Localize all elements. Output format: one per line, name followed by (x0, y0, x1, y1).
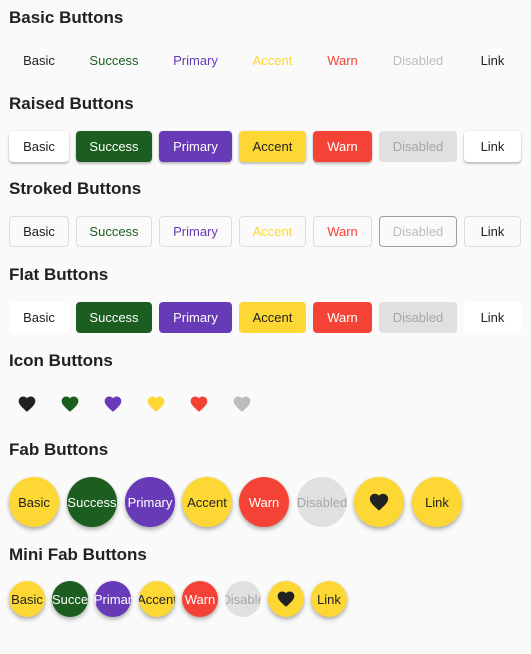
raised-primary-button[interactable]: Primary (159, 131, 232, 162)
mini-fab-success-button[interactable]: Succe (52, 581, 88, 617)
heart-icon (189, 394, 209, 414)
mini-fab-primary-button[interactable]: Primar (95, 581, 131, 617)
fab-icon-button[interactable] (354, 477, 404, 527)
fab-disabled-button: Disabled (297, 477, 347, 527)
fab-success-button[interactable]: Success (67, 477, 117, 527)
stroked-primary-button[interactable]: Primary (159, 216, 232, 247)
mini-fab-warn-button[interactable]: Warn (182, 581, 218, 617)
mini-fab-buttons-heading: Mini Fab Buttons (9, 545, 147, 564)
heart-icon (146, 394, 166, 414)
raised-link-button[interactable]: Link (464, 131, 521, 162)
flat-disabled-button: Disabled (379, 302, 457, 333)
icon-success-button[interactable] (52, 386, 88, 422)
stroked-buttons-heading: Stroked Buttons (9, 179, 142, 198)
fab-buttons-heading: Fab Buttons (9, 440, 109, 459)
icon-disabled-button (224, 386, 260, 422)
flat-basic-button[interactable]: Basic (9, 302, 69, 333)
basic-accent-button[interactable]: Accent (239, 42, 306, 78)
stroked-success-button[interactable]: Success (76, 216, 152, 247)
basic-warn-button[interactable]: Warn (313, 42, 372, 78)
raised-accent-button[interactable]: Accent (239, 131, 306, 162)
icon-buttons-heading: Icon Buttons (9, 351, 113, 370)
basic-success-button[interactable]: Success (76, 42, 152, 78)
raised-success-button[interactable]: Success (76, 131, 152, 162)
mini-fab-basic-button[interactable]: Basic (9, 581, 45, 617)
icon-primary-button[interactable] (95, 386, 131, 422)
flat-success-button[interactable]: Success (76, 302, 152, 333)
flat-accent-button[interactable]: Accent (239, 302, 306, 333)
raised-buttons-heading: Raised Buttons (9, 94, 134, 113)
fab-link-button[interactable]: Link (412, 477, 462, 527)
heart-icon (232, 394, 252, 414)
icon-accent-button[interactable] (138, 386, 174, 422)
raised-basic-button[interactable]: Basic (9, 131, 69, 162)
raised-disabled-button: Disabled (379, 131, 457, 162)
stroked-link-button[interactable]: Link (464, 216, 521, 247)
flat-buttons-heading: Flat Buttons (9, 265, 109, 284)
icon-basic-button[interactable] (9, 386, 45, 422)
fab-basic-button[interactable]: Basic (9, 477, 59, 527)
stroked-disabled-button: Disabled (379, 216, 457, 247)
stroked-warn-button[interactable]: Warn (313, 216, 372, 247)
fab-accent-button[interactable]: Accent (182, 477, 232, 527)
flat-primary-button[interactable]: Primary (159, 302, 232, 333)
basic-disabled-button: Disabled (392, 52, 444, 68)
mini-fab-link-button[interactable]: Link (311, 581, 347, 617)
heart-icon (276, 589, 296, 609)
icon-warn-button[interactable] (181, 386, 217, 422)
raised-warn-button[interactable]: Warn (313, 131, 372, 162)
basic-basic-button[interactable]: Basic (9, 42, 69, 78)
flat-warn-button[interactable]: Warn (313, 302, 372, 333)
basic-link-button[interactable]: Link (464, 42, 521, 78)
mini-fab-accent-button[interactable]: Accent (139, 581, 175, 617)
heart-icon (368, 491, 390, 513)
heart-icon (17, 394, 37, 414)
flat-link-button[interactable]: Link (464, 302, 521, 333)
mini-fab-disabled-button: Disable (225, 581, 261, 617)
heart-icon (103, 394, 123, 414)
fab-warn-button[interactable]: Warn (239, 477, 289, 527)
stroked-accent-button[interactable]: Accent (239, 216, 306, 247)
stroked-basic-button[interactable]: Basic (9, 216, 69, 247)
basic-primary-button[interactable]: Primary (159, 42, 232, 78)
basic-buttons-heading: Basic Buttons (9, 8, 124, 27)
mini-fab-icon-button[interactable] (268, 581, 304, 617)
fab-primary-button[interactable]: Primary (125, 477, 175, 527)
heart-icon (60, 394, 80, 414)
